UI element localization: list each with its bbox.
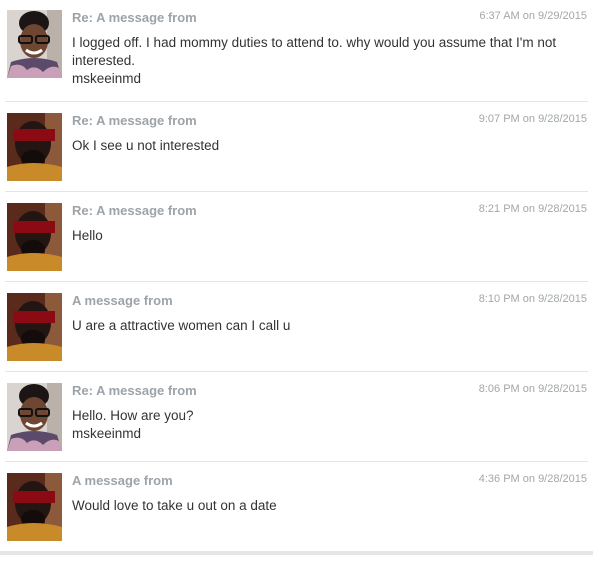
message-signature: mskeeinmd xyxy=(72,71,142,86)
message-text: Would love to take u out on a date xyxy=(72,498,277,513)
avatar[interactable] xyxy=(7,10,62,78)
message-subject[interactable]: Re: A message from xyxy=(72,113,197,128)
message-timestamp: 8:21 PM on 9/28/2015 xyxy=(478,203,587,215)
message-body: Would love to take u out on a date xyxy=(72,497,577,515)
divider xyxy=(5,461,588,462)
message-body: Hello. How are you? mskeeinmd xyxy=(72,407,577,443)
man-redacted-avatar-icon xyxy=(7,293,62,361)
avatar[interactable] xyxy=(7,113,62,181)
woman-glasses-avatar-icon xyxy=(7,383,62,451)
message-text: Hello xyxy=(72,228,103,243)
message-text: Hello. How are you? xyxy=(72,408,194,423)
man-redacted-avatar-icon xyxy=(7,473,62,541)
message-text: Ok I see u not interested xyxy=(72,138,220,153)
message-timestamp: 8:06 PM on 9/28/2015 xyxy=(478,383,587,395)
message-item[interactable]: Re: A message from 8:06 PM on 9/28/2015 … xyxy=(0,383,593,472)
divider xyxy=(5,281,588,282)
message-item[interactable]: A message from 4:36 PM on 9/28/2015 Woul… xyxy=(0,473,593,562)
bottom-border xyxy=(0,551,593,555)
avatar[interactable] xyxy=(7,473,62,541)
message-item[interactable]: A message from 8:10 PM on 9/28/2015 U ar… xyxy=(0,293,593,382)
message-timestamp: 9:07 PM on 9/28/2015 xyxy=(478,113,587,125)
divider xyxy=(5,101,588,102)
avatar[interactable] xyxy=(7,293,62,361)
avatar[interactable] xyxy=(7,383,62,451)
message-timestamp: 8:10 PM on 9/28/2015 xyxy=(478,293,587,305)
message-subject[interactable]: Re: A message from xyxy=(72,203,197,218)
message-subject[interactable]: Re: A message from xyxy=(72,383,197,398)
message-subject[interactable]: A message from xyxy=(72,293,173,308)
message-body: Ok I see u not interested xyxy=(72,137,577,155)
message-signature: mskeeinmd xyxy=(72,426,142,441)
man-redacted-avatar-icon xyxy=(7,113,62,181)
message-timestamp: 6:37 AM on 9/29/2015 xyxy=(479,10,587,22)
message-item[interactable]: Re: A message from 6:37 AM on 9/29/2015 … xyxy=(0,10,593,99)
message-body: U are a attractive women can I call u xyxy=(72,317,577,335)
man-redacted-avatar-icon xyxy=(7,203,62,271)
message-item[interactable]: Re: A message from 9:07 PM on 9/28/2015 … xyxy=(0,113,593,202)
message-body: I logged off. I had mommy duties to atte… xyxy=(72,34,577,88)
woman-glasses-avatar-icon xyxy=(7,10,62,78)
avatar[interactable] xyxy=(7,203,62,271)
message-timestamp: 4:36 PM on 9/28/2015 xyxy=(478,473,587,485)
message-text: I logged off. I had mommy duties to atte… xyxy=(72,35,557,68)
divider xyxy=(5,191,588,192)
message-subject[interactable]: Re: A message from xyxy=(72,10,197,25)
message-body: Hello xyxy=(72,227,577,245)
message-subject[interactable]: A message from xyxy=(72,473,173,488)
divider xyxy=(5,371,588,372)
message-item[interactable]: Re: A message from 8:21 PM on 9/28/2015 … xyxy=(0,203,593,292)
message-text: U are a attractive women can I call u xyxy=(72,318,291,333)
